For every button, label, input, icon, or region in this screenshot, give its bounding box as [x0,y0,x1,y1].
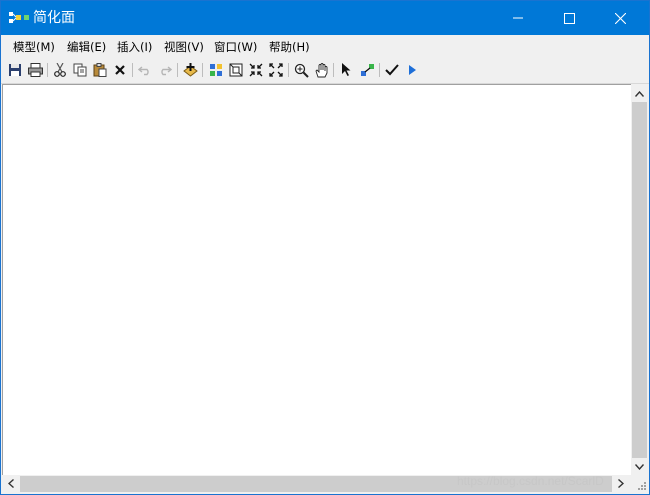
pan-icon [314,62,327,77]
vertical-scrollbar[interactable] [631,85,648,475]
menu-help[interactable]: 帮助(H) [267,38,312,56]
copy-button[interactable] [71,61,89,79]
save-icon [9,64,21,76]
expand-icon [269,63,283,77]
menu-model[interactable]: 模型(M) [11,38,57,56]
cut-icon [54,63,66,77]
cut-button[interactable] [51,61,69,79]
add-data-button[interactable] [181,61,199,79]
scroll-right-button[interactable] [613,476,628,491]
connect-button[interactable] [358,61,376,79]
connect-icon [360,64,374,76]
zoom-in-icon [294,63,309,78]
paste-icon [93,63,107,77]
maximize-icon [563,12,575,24]
minimize-icon [513,17,523,19]
undo-icon [138,66,149,76]
toolbar-separator [379,63,380,77]
menu-window[interactable]: 窗口(W) [212,38,259,56]
model-canvas[interactable] [2,84,631,476]
validate-button[interactable] [383,61,401,79]
scroll-up-button[interactable] [632,86,647,101]
select-button[interactable] [338,61,356,79]
application-window: 简化面 模型(M) 编辑(E) 插入(I) 视图(V) 窗口(W) 帮助(H) [0,0,650,495]
toolbar-separator [202,63,203,77]
close-icon [614,12,626,24]
chevron-down-icon [635,463,644,470]
model-builder-icon [9,11,31,25]
window-title: 简化面 [33,10,75,26]
toolbar-separator [132,63,133,77]
validate-icon [385,64,399,76]
chevron-left-icon [7,479,14,488]
toolbar-separator [47,63,48,77]
toolbar-separator [177,63,178,77]
redo-icon [161,66,172,76]
vertical-scroll-thumb[interactable] [632,102,647,458]
fixed-zoom-out-button[interactable] [247,61,265,79]
scroll-down-button[interactable] [632,459,647,474]
delete-icon [115,65,125,75]
tile-icon [210,64,222,76]
run-icon [409,65,416,75]
watermark-text: https://blog.csdn.net/ScarlD [457,474,604,488]
resize-grip[interactable] [631,475,649,493]
title-bar[interactable]: 简化面 [1,1,649,35]
chevron-up-icon [635,90,644,97]
run-button[interactable] [403,61,421,79]
undo-button[interactable] [136,61,154,79]
toolbar-separator [288,63,289,77]
close-button[interactable] [597,1,643,35]
print-button[interactable] [26,61,44,79]
zoom-in-button[interactable] [292,61,310,79]
minimize-button[interactable] [495,1,541,35]
paste-button[interactable] [91,61,109,79]
redo-button[interactable] [156,61,174,79]
save-button[interactable] [6,61,24,79]
maximize-button[interactable] [546,1,592,35]
delete-button[interactable] [111,61,129,79]
menu-edit[interactable]: 编辑(E) [65,38,108,56]
chevron-right-icon [617,479,624,488]
pan-button[interactable] [312,61,330,79]
full-extent-button[interactable] [227,61,245,79]
resize-grip-icon [638,482,646,490]
auto-layout-button[interactable] [207,61,225,79]
menu-bar: 模型(M) 编辑(E) 插入(I) 视图(V) 窗口(W) 帮助(H) [1,35,649,57]
zoom-extent-icon [229,63,243,77]
copy-icon [73,63,87,77]
print-icon [27,63,43,77]
fixed-zoom-in-button[interactable] [267,61,285,79]
toolbar-separator [333,63,334,77]
menu-insert[interactable]: 插入(I) [115,38,154,56]
add-data-icon [182,62,198,77]
select-arrow-icon [342,63,351,76]
menu-view[interactable]: 视图(V) [162,38,206,56]
toolbar [1,58,649,84]
scroll-left-button[interactable] [3,476,18,491]
shrink-icon [249,63,263,77]
